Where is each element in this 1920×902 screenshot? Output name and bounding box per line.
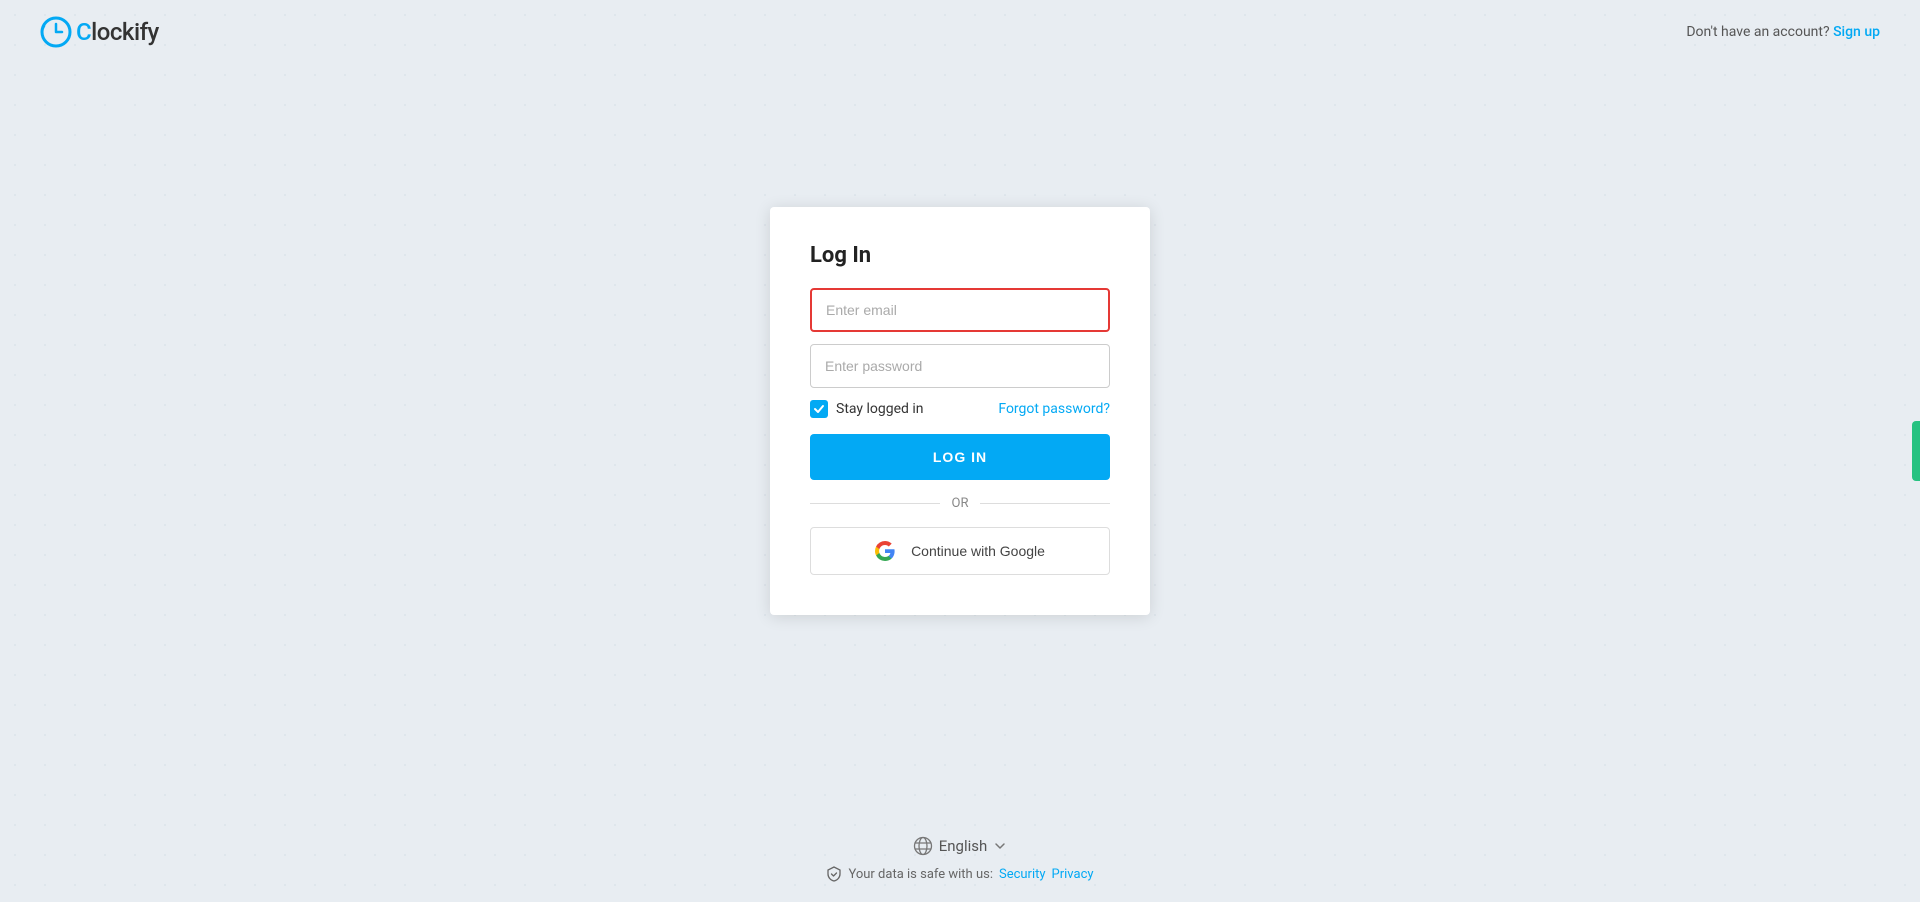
shield-icon — [826, 866, 842, 882]
email-field-group — [810, 288, 1110, 332]
language-selector[interactable]: English — [913, 836, 1008, 856]
privacy-link[interactable]: Privacy — [1052, 867, 1094, 882]
footer: English Your data is safe with us: Secur… — [0, 836, 1920, 882]
security-text: Your data is safe with us: — [848, 867, 993, 882]
stay-logged-left: Stay logged in — [810, 400, 924, 418]
google-button[interactable]: Continue with Google — [810, 527, 1110, 575]
email-input[interactable] — [810, 288, 1110, 332]
stay-logged-row: Stay logged in Forgot password? — [810, 400, 1110, 418]
security-row: Your data is safe with us: Security Priv… — [826, 866, 1093, 882]
or-line-right — [980, 503, 1110, 504]
globe-icon — [913, 836, 933, 856]
login-card: Log In Stay logged in Forgot password? L… — [770, 207, 1150, 615]
google-icon — [875, 541, 895, 561]
password-input[interactable] — [810, 344, 1110, 388]
main-content: Log In Stay logged in Forgot password? L… — [0, 0, 1920, 902]
or-line-left — [810, 503, 940, 504]
or-divider: OR — [810, 496, 1110, 511]
checkmark-icon — [813, 403, 825, 415]
google-button-label: Continue with Google — [911, 543, 1045, 559]
login-title: Log In — [810, 243, 1110, 268]
language-label: English — [939, 837, 988, 855]
green-bar — [1912, 421, 1920, 481]
forgot-password-link[interactable]: Forgot password? — [998, 401, 1110, 417]
stay-logged-checkbox[interactable] — [810, 400, 828, 418]
chevron-down-icon — [993, 839, 1007, 853]
password-field-group — [810, 344, 1110, 388]
stay-logged-label: Stay logged in — [836, 401, 924, 417]
login-button[interactable]: LOG IN — [810, 434, 1110, 480]
security-link[interactable]: Security — [999, 867, 1046, 882]
or-text: OR — [952, 496, 969, 511]
